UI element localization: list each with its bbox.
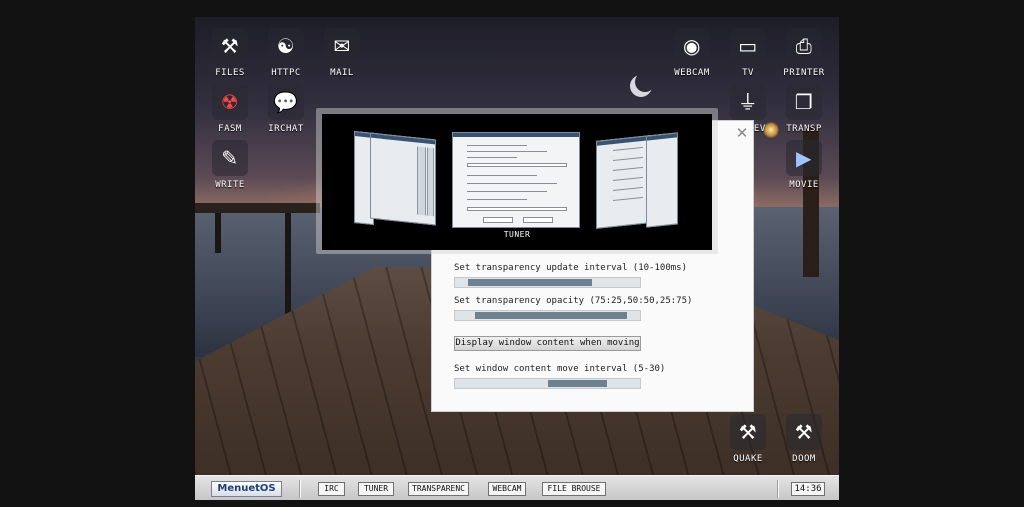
thumbnail-text-line	[467, 183, 557, 184]
switcher-caption: TUNER	[503, 230, 531, 239]
webcam-icon: ◉	[674, 28, 710, 64]
opacity-slider-thumb[interactable]	[475, 312, 628, 319]
desktop-icon-httpc[interactable]: ☯ HTTPC	[256, 28, 316, 78]
update-interval-label: Set transparency update interval (10-100…	[454, 263, 687, 273]
thumbnail-text-line	[613, 186, 643, 192]
transparency-icon: ❐	[786, 84, 822, 120]
move-interval-slider[interactable]	[454, 378, 641, 389]
thumbnail-titlebar	[647, 133, 677, 141]
thumbnail-text-line	[613, 176, 643, 182]
doom-tools-icon: ⚒	[786, 414, 822, 450]
mail-icon: ✉	[324, 28, 360, 64]
move-interval-slider-thumb[interactable]	[547, 380, 607, 387]
opacity-label: Set transparency opacity (75:25,50:50,25…	[454, 296, 693, 306]
desktop-icon-fasm[interactable]: ☢ FASM	[200, 84, 260, 134]
desktop-icon-files[interactable]: ⚒ FILES	[200, 28, 260, 78]
taskbar-separator	[299, 480, 301, 498]
thumbnail-text-line	[467, 199, 527, 200]
thumbnail-titlebar	[371, 133, 435, 145]
task-button-tuner[interactable]: TUNER	[358, 482, 394, 496]
update-interval-slider-thumb[interactable]	[467, 279, 592, 286]
window-thumbnail-left[interactable]	[370, 132, 436, 226]
printer-icon: ⎙	[786, 28, 822, 64]
desktop-icon-webcam[interactable]: ◉ WEBCAM	[662, 28, 722, 78]
thumbnail-text-line	[613, 196, 643, 202]
desktop-icon-printer[interactable]: ⎙ PRINTER	[774, 28, 834, 78]
thumbnail-text-line	[467, 175, 537, 176]
taskbar-clock: 14:36	[791, 482, 825, 496]
thumbnail-text-line	[467, 145, 527, 146]
thumbnail-text-line	[467, 157, 517, 158]
thumbnail-text-line	[613, 146, 643, 152]
desktop-icon-movie[interactable]: ▶ MOVIE	[774, 140, 834, 190]
display-content-button[interactable]: Display window content when moving	[454, 336, 641, 351]
thumbnail-text-line	[613, 156, 643, 162]
desktop-icon-write[interactable]: ✎ WRITE	[200, 140, 260, 190]
start-menu-button[interactable]: MenuetOS	[211, 481, 282, 497]
movie-icon: ▶	[786, 140, 822, 176]
wallpaper-pier	[195, 203, 320, 213]
opacity-slider[interactable]	[454, 310, 641, 321]
thumbnail-titlebar	[453, 133, 579, 137]
window-thumbnail-tuner[interactable]	[452, 132, 580, 228]
thumbnail-field	[467, 163, 567, 167]
usb-icon: ⏚	[730, 84, 766, 120]
tools-icon: ⚒	[212, 28, 248, 64]
taskbar: MenuetOS IRC TUNER TRANSPARENC WEBCAM FI…	[195, 475, 839, 500]
desktop-icon-doom[interactable]: ⚒ DOOM	[774, 414, 834, 464]
window-thumbnail-right[interactable]	[596, 135, 650, 229]
close-icon[interactable]: ✕	[734, 125, 750, 141]
radiation-icon: ☢	[212, 84, 248, 120]
tv-icon: ▭	[730, 28, 766, 64]
thumbnail-titlebar	[597, 136, 649, 146]
thumbnail-text-line	[467, 151, 547, 152]
write-icon: ✎	[212, 140, 248, 176]
yin-yang-icon: ☯	[268, 28, 304, 64]
quake-tools-icon: ⚒	[730, 414, 766, 450]
wallpaper-moon	[635, 72, 655, 92]
thumbnail-text-line	[467, 191, 547, 192]
wallpaper-post	[215, 213, 221, 253]
thumbnail-button	[483, 217, 513, 223]
thumbnail-slider-col	[417, 146, 426, 216]
desktop-icon-tv[interactable]: ▭ TV	[718, 28, 778, 78]
task-button-webcam[interactable]: WEBCAM	[488, 482, 526, 496]
task-switcher: TUNER	[322, 114, 712, 250]
taskbar-separator	[777, 480, 779, 498]
window-thumbnail-right-back[interactable]	[646, 132, 678, 228]
move-interval-label: Set window content move interval (5-30)	[454, 364, 666, 374]
thumbnail-field	[467, 207, 567, 211]
task-button-file-browse[interactable]: FILE BROUSE	[542, 482, 606, 496]
task-button-transparenc[interactable]: TRANSPARENC	[408, 482, 469, 496]
desktop-icon-mail[interactable]: ✉ MAIL	[312, 28, 372, 78]
thumbnail-button	[523, 217, 553, 223]
desktop-icon-quake[interactable]: ⚒ QUAKE	[718, 414, 778, 464]
desktop-icon-transp[interactable]: ❐ TRANSP	[774, 84, 834, 134]
thumbnail-text-line	[613, 166, 643, 172]
update-interval-slider[interactable]	[454, 277, 641, 288]
task-button-irc[interactable]: IRC	[318, 482, 345, 496]
thumbnail-slider-col	[427, 147, 434, 217]
chat-bubble-icon: 💬	[268, 84, 304, 120]
desktop-icon-irchat[interactable]: 💬 IRCHAT	[256, 84, 316, 134]
